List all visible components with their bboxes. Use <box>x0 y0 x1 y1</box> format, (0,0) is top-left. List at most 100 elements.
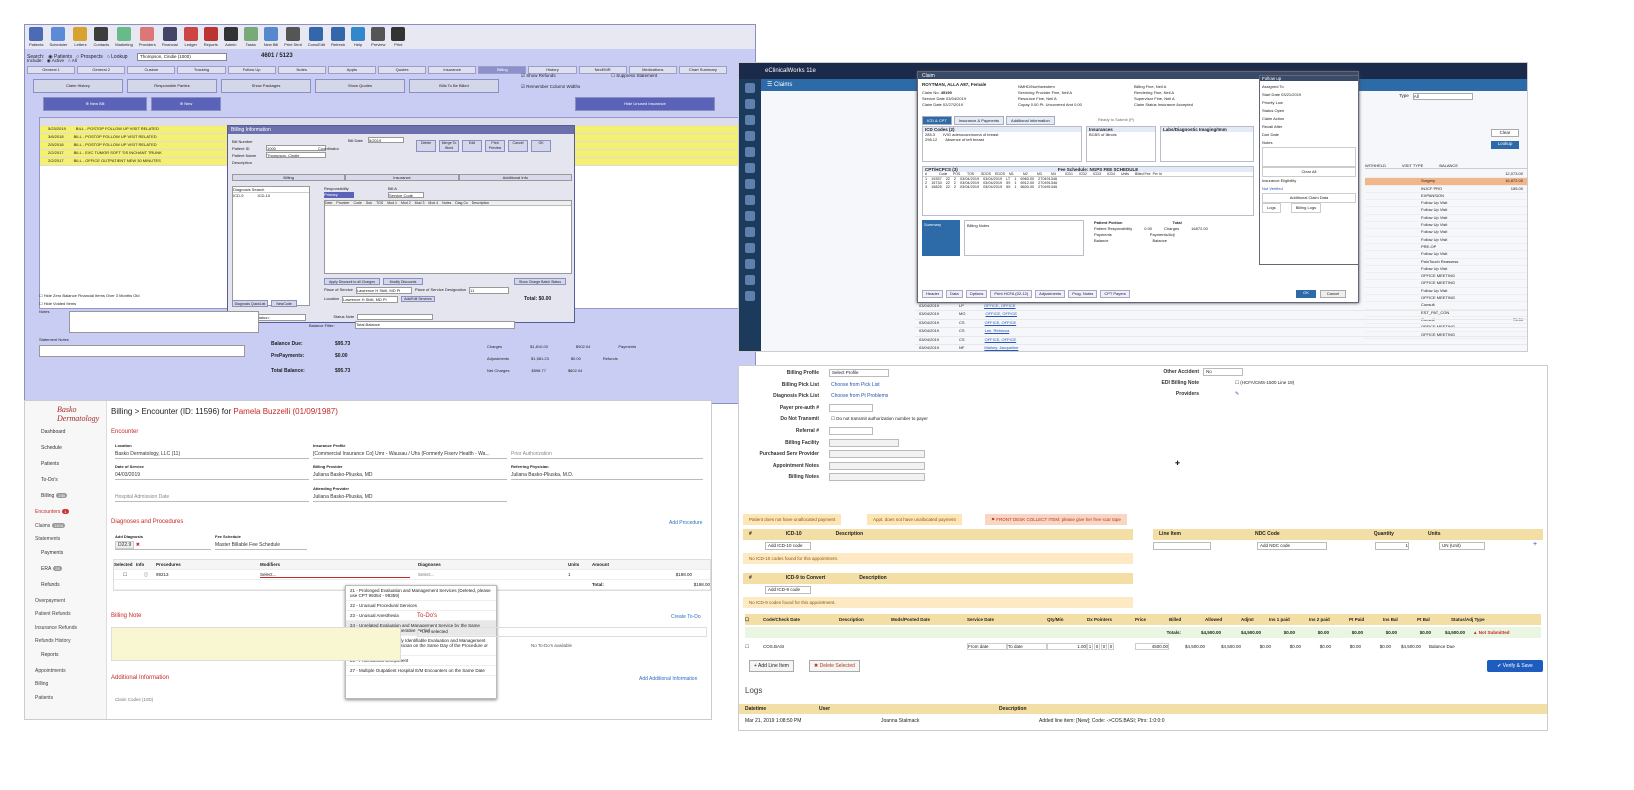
toolbar-marketing[interactable]: Marketing <box>115 27 133 47</box>
cpt-payers-button[interactable]: CPT Payers <box>1100 290 1130 298</box>
pick-list-link[interactable]: Choose from Pick List <box>831 382 880 388</box>
add-additional-link[interactable]: Add Additional Information <box>639 676 697 682</box>
prog-notes-button[interactable]: Prog. Notes <box>1068 290 1098 298</box>
add-line-item-button[interactable]: + Add Line Item <box>749 660 794 672</box>
apply-discount-button[interactable]: Apply Discount to all Charges <box>324 278 380 285</box>
claim-date-field[interactable]: 02/27/2019 <box>943 102 963 107</box>
toolbar-patients[interactable]: Patients <box>29 27 43 47</box>
list-item[interactable]: 03/04/2019 CS OFFICE, OFFICE <box>915 320 1527 329</box>
procedure-code[interactable]: 99213 <box>156 572 260 577</box>
toolbar-financial[interactable]: Financial <box>162 27 178 47</box>
dx-pointer[interactable]: 0 <box>1101 643 1107 650</box>
show-packages-button[interactable]: Show Packages <box>221 79 311 93</box>
from-date[interactable]: From date <box>967 643 1007 650</box>
attending-select[interactable]: Juliana Basko-Pliuska, MD <box>313 494 507 502</box>
toolbar-cons-edit[interactable]: Cons/Edit <box>308 27 325 47</box>
sidebar-item-refunds-history[interactable]: Refunds History <box>35 638 71 644</box>
right-row[interactable]: Follow Up Visit <box>1365 266 1527 274</box>
tab-billing[interactable]: Billing <box>478 66 527 74</box>
list-item[interactable]: 03/04/2019 CS Lee, Rebecca <box>915 328 1527 337</box>
print-hcfa-02-12--button[interactable]: Print HCFA (02-12) <box>990 290 1033 298</box>
list-item[interactable]: 03/04/2019 NF Mallory, Jacqueline <box>915 345 1527 351</box>
pos-designation-select[interactable]: 11 <box>469 287 510 294</box>
delete-selected-button[interactable]: ✖ Delete Selected <box>809 660 860 672</box>
right-row[interactable]: OFFICE MEETING <box>1365 280 1527 288</box>
adjustments-button[interactable]: Adjustments <box>1035 290 1066 298</box>
radio-all[interactable]: ○ All <box>68 58 77 64</box>
right-row[interactable]: Follow Up Visit <box>1365 215 1527 223</box>
new-code-button[interactable]: NewCode <box>271 300 297 307</box>
pick-list-link[interactable]: Choose from Pt Problems <box>831 393 888 399</box>
sidebar-icon[interactable] <box>745 131 755 141</box>
data-button[interactable]: Data <box>946 290 963 298</box>
dialog-tab-additional-info[interactable]: Additional Info <box>458 174 572 181</box>
fu-priority-select[interactable]: Low <box>1276 100 1283 105</box>
field-input[interactable] <box>829 473 925 482</box>
dialog-tab-billing[interactable]: Billing <box>232 174 346 181</box>
delete-button[interactable]: Delete <box>416 140 436 152</box>
tab-general-1[interactable]: General 1 <box>27 66 76 74</box>
options-button[interactable]: Options <box>965 290 988 298</box>
show-batch-button[interactable]: Show Charge Batch Status <box>514 278 566 285</box>
sidebar-icon[interactable] <box>745 275 755 285</box>
bill-as-select[interactable]: Service Code <box>388 192 424 198</box>
toolbar-ledger[interactable]: Ledger <box>183 27 198 47</box>
other-accident-select[interactable]: No <box>1203 368 1243 376</box>
toolbar-contacts[interactable]: Contacts <box>93 27 109 47</box>
info-icon[interactable]: ⓘ <box>136 572 156 578</box>
field-input[interactable] <box>829 427 873 435</box>
toolbar-preview[interactable]: Preview <box>371 27 385 47</box>
sidebar-item-patient-refunds[interactable]: Patient Refunds <box>35 611 71 617</box>
diagnoses-select[interactable]: Select... <box>418 572 568 577</box>
right-row[interactable]: EXPANSION <box>1365 193 1527 201</box>
fu-action[interactable]: Claim Action <box>1262 115 1356 123</box>
service-date-field[interactable]: 03/04/2019 <box>946 96 966 101</box>
radio-active[interactable]: ◉ Active <box>47 58 64 64</box>
hide-voided-checkbox[interactable]: ☐ Hide Voided Items <box>39 301 76 306</box>
location-select[interactable]: Lawrence H Sbitl, MD Pl <box>342 296 399 303</box>
dx-pointers[interactable]: 1000 <box>1087 643 1135 650</box>
toolbar-print-stmt[interactable]: Print Stmt <box>284 27 302 47</box>
cancel-button[interactable]: Cancel <box>508 140 528 152</box>
edi-checkbox[interactable]: ☐ (HCFA/CMS-1500 Line 19) <box>1235 380 1294 386</box>
line-item-select[interactable] <box>1153 542 1211 550</box>
do-not-transmit-checkbox[interactable]: ☐ Do not transmit authorization number t… <box>831 416 928 422</box>
add-icd10-field[interactable]: Add ICD-10 code <box>765 542 811 550</box>
list-name[interactable]: OFFICE, OFFICE <box>985 320 1017 327</box>
sidebar-icon[interactable] <box>745 259 755 269</box>
toolbar-refresh[interactable]: Refresh <box>331 27 345 47</box>
notes-field[interactable] <box>69 311 259 333</box>
right-row[interactable]: Follow Up Visit <box>1365 229 1527 237</box>
sidebar-item-overpayment[interactable]: Overpayment <box>35 598 65 604</box>
serv-provider-value[interactable]: Fine, Neil A <box>1052 90 1072 95</box>
dialog-tab-insurance[interactable]: Insurance <box>345 174 459 181</box>
fu-start-field[interactable]: 03/21/2019 <box>1281 92 1301 97</box>
modifier-select[interactable]: Select... <box>260 572 410 578</box>
claim-tab-insurance-payments[interactable]: Insurance & Payments <box>953 116 1005 125</box>
new-bill-button[interactable]: ⊕ New Bill <box>43 97 147 111</box>
to-date[interactable]: To date <box>1007 643 1047 650</box>
remember-columns-checkbox[interactable]: ☑ Remember Column Widths <box>521 84 580 90</box>
fu-status-select[interactable]: Open <box>1274 108 1284 113</box>
new-button[interactable]: ⊕ New <box>151 97 221 111</box>
right-row[interactable]: Follow Up Visit <box>1365 207 1527 215</box>
edit-providers-icon[interactable]: ✎ <box>1235 391 1239 397</box>
sidebar-item-statements[interactable]: Statements <box>35 536 60 542</box>
fu-logs-button[interactable]: Logs <box>1262 203 1281 213</box>
list-item[interactable]: 03/04/2019 LP OFFICE, OFFICE <box>915 303 1527 312</box>
cpt-row[interactable]: 3 15825 22 2 03/04/2019 03/04/2019 59 1 6600.00 2… <box>923 185 1253 189</box>
icd-row[interactable]: 298.12 Absence of left breast <box>923 137 1081 142</box>
clear-button[interactable]: Clear <box>1491 129 1519 137</box>
sidebar-icon[interactable] <box>745 179 755 189</box>
billing-note-field[interactable] <box>111 627 401 661</box>
create-todo-link[interactable]: Create To-Do <box>671 614 701 620</box>
list-item[interactable]: 03/04/2019 CS OFFICE, OFFICE <box>915 337 1527 345</box>
right-row[interactable]: 12,073.00 <box>1365 171 1527 179</box>
status-note-field[interactable] <box>357 314 434 320</box>
print-preview-button[interactable]: Print Preview <box>485 140 505 152</box>
show-quotes-button[interactable]: Show Quotes <box>315 79 405 93</box>
responsibility-select[interactable]: Primary <box>324 192 354 198</box>
qty-field[interactable]: 1.00 <box>1047 643 1087 650</box>
select-all-checkbox[interactable]: ☐ <box>745 617 763 623</box>
claim-tab-icd-cpt[interactable]: ICD & CPT <box>922 116 952 125</box>
